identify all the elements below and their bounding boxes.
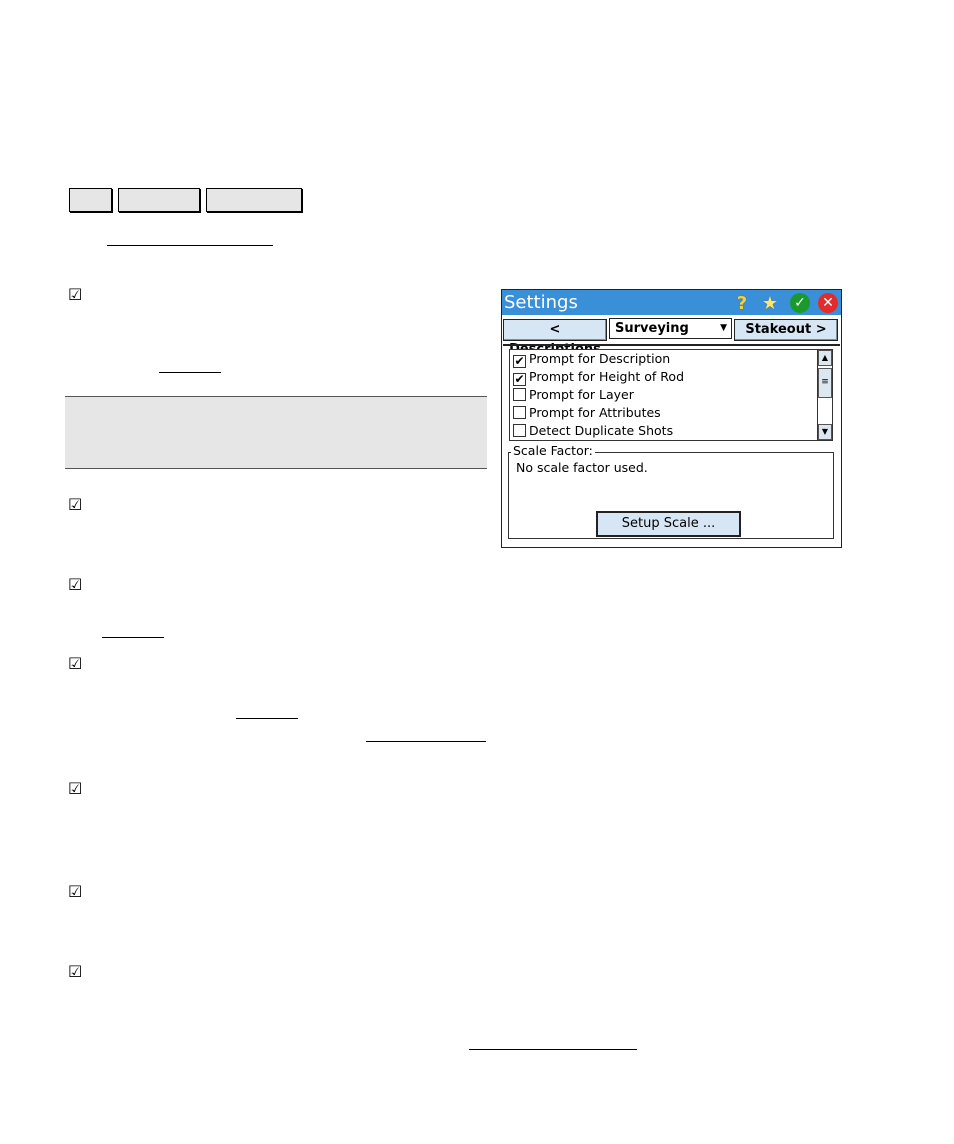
- ok-icon[interactable]: ✓: [790, 293, 810, 313]
- checkbox-icon: ☑: [68, 654, 83, 673]
- link-underline: [366, 741, 486, 742]
- checkbox-icon: ☑: [68, 285, 83, 304]
- help-icon[interactable]: ?: [732, 293, 752, 314]
- checkbox-icon: ☑: [68, 779, 83, 798]
- option-label: Prompt for Attributes: [529, 405, 661, 420]
- checkbox-icon: ☑: [68, 495, 83, 514]
- scrollbar[interactable]: ▲ ≡ ▼: [817, 350, 832, 440]
- list-item[interactable]: Prompt for Attributes: [513, 404, 661, 422]
- list-item[interactable]: ✔ Prompt for Height of Rod: [513, 368, 684, 386]
- checkbox-icon: ☑: [68, 575, 83, 594]
- option-label: Prompt for Layer: [529, 387, 634, 402]
- option-label: Prompt for Description: [529, 351, 671, 366]
- link-underline: [107, 245, 273, 246]
- stakeout-button[interactable]: Stakeout >: [734, 319, 838, 341]
- settings-window: Settings ? ★ ✓ ✕ < Descriptions Surveyin…: [501, 289, 842, 548]
- key-blank-2: [118, 188, 200, 212]
- key-blank-3: [206, 188, 302, 212]
- close-icon[interactable]: ✕: [818, 293, 838, 313]
- link-underline: [236, 718, 298, 719]
- list-item[interactable]: ✔ Prompt for Description: [513, 350, 670, 368]
- divider: [503, 344, 840, 346]
- note-box: [65, 396, 487, 469]
- category-dropdown[interactable]: Surveying ▼: [609, 318, 732, 339]
- checkbox[interactable]: ✔: [513, 373, 526, 386]
- list-item[interactable]: Detect Duplicate Shots: [513, 422, 673, 440]
- key-blank-1: [69, 188, 112, 212]
- scale-factor-text: No scale factor used.: [516, 460, 648, 475]
- scroll-thumb[interactable]: ≡: [818, 368, 832, 398]
- link-underline: [102, 637, 164, 638]
- link-underline: [159, 372, 221, 373]
- title-bar: Settings ? ★ ✓ ✕: [502, 290, 841, 315]
- scroll-up-icon[interactable]: ▲: [818, 350, 832, 366]
- checkbox[interactable]: [513, 388, 526, 401]
- window-title: Settings: [504, 292, 578, 313]
- list-item[interactable]: Prompt for Layer: [513, 386, 634, 404]
- option-label: Detect Duplicate Shots: [529, 423, 674, 438]
- checkbox-icon: ☑: [68, 882, 83, 901]
- descriptions-button[interactable]: < Descriptions: [503, 319, 607, 357]
- scale-factor-label: Scale Factor:: [511, 443, 595, 458]
- favorites-star-icon[interactable]: ★: [760, 293, 780, 314]
- checkbox[interactable]: ✔: [513, 355, 526, 368]
- options-list: ✔ Prompt for Description ✔ Prompt for Heig…: [509, 349, 833, 441]
- setup-scale-button[interactable]: Setup Scale ...: [596, 511, 741, 537]
- chevron-down-icon: ▼: [720, 323, 727, 333]
- option-label: Prompt for Height of Rod: [529, 369, 684, 384]
- checkbox-icon: ☑: [68, 962, 83, 981]
- dropdown-value: Surveying: [615, 321, 689, 336]
- checkbox[interactable]: [513, 406, 526, 419]
- scroll-down-icon[interactable]: ▼: [818, 424, 832, 440]
- checkbox[interactable]: [513, 424, 526, 437]
- link-underline: [469, 1049, 637, 1050]
